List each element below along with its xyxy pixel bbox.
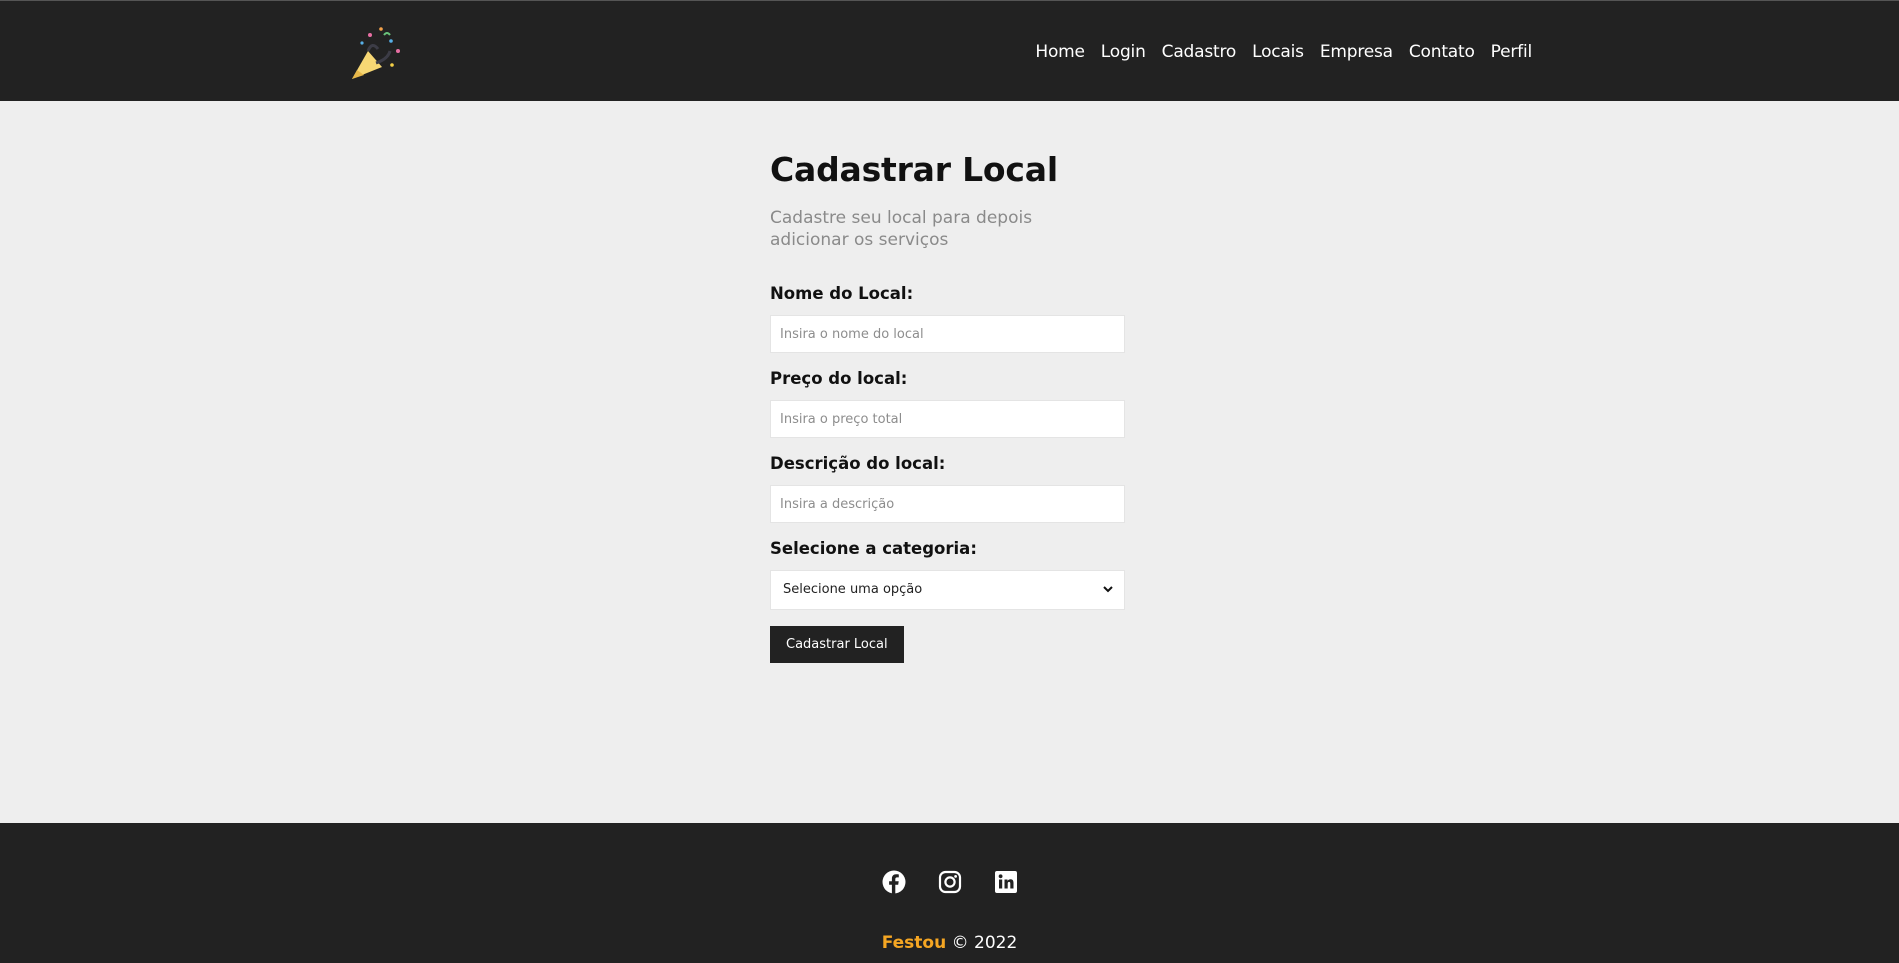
price-label: Preço do local: [770, 369, 908, 388]
footer: Festou © 2022 [0, 823, 1899, 963]
category-label: Selecione a categoria: [770, 539, 977, 558]
nav-perfil[interactable]: Perfil [1491, 42, 1533, 62]
submit-button[interactable]: Cadastrar Local [770, 626, 904, 663]
facebook-icon[interactable] [882, 870, 906, 894]
linkedin-icon[interactable] [994, 870, 1018, 894]
category-select[interactable]: Selecione uma opção [770, 570, 1125, 610]
instagram-icon[interactable] [938, 870, 962, 894]
description-label: Descrição do local: [770, 454, 946, 473]
register-location-section: Cadastrar Local Cadastre seu local para … [770, 150, 1126, 663]
party-popper-icon[interactable] [348, 21, 410, 81]
description-input[interactable] [770, 485, 1125, 523]
copyright: Festou © 2022 [0, 933, 1899, 953]
top-navbar: Home Login Cadastro Locais Empresa Conta… [0, 0, 1899, 101]
social-links [0, 870, 1899, 894]
nav-home[interactable]: Home [1035, 42, 1085, 62]
chevron-down-icon [1103, 586, 1113, 593]
price-input[interactable] [770, 400, 1125, 438]
nav-locais[interactable]: Locais [1252, 42, 1304, 62]
page-subtitle: Cadastre seu local para depois adicionar… [770, 208, 1033, 250]
nav-empresa[interactable]: Empresa [1320, 42, 1393, 62]
nav-cadastro[interactable]: Cadastro [1162, 42, 1237, 62]
nav-login[interactable]: Login [1101, 42, 1146, 62]
brand-name: Festou [881, 933, 947, 953]
name-input[interactable] [770, 315, 1125, 353]
category-select-value: Selecione uma opção [783, 582, 923, 597]
main-nav: Home Login Cadastro Locais Empresa Conta… [1035, 1, 1532, 102]
name-label: Nome do Local: [770, 284, 914, 303]
nav-contato[interactable]: Contato [1409, 42, 1475, 62]
copyright-text: © 2022 [951, 933, 1018, 953]
register-location-form: Nome do Local: Preço do local: Descrição… [770, 284, 1126, 663]
page-title: Cadastrar Local [770, 150, 1058, 189]
